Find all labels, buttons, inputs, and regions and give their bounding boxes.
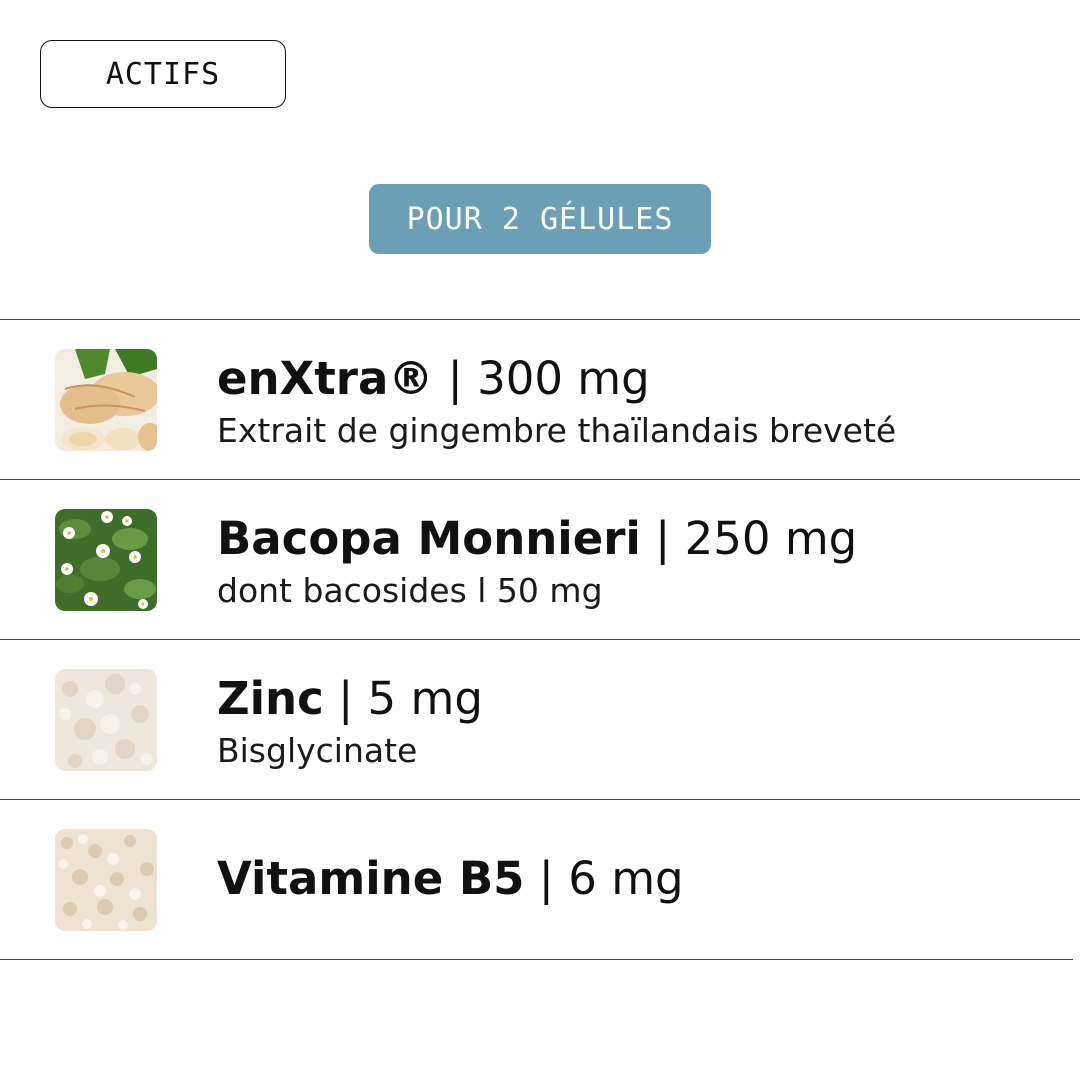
ingredient-dose: 300 mg	[477, 352, 650, 405]
bacopa-flowers-image	[55, 509, 157, 611]
zinc-powder-image	[55, 669, 157, 771]
ingredient-row: Bacopa Monnieri | 250 mg dont bacosides …	[0, 480, 1080, 639]
dose-basis-badge: POUR 2 GÉLULES	[369, 184, 711, 254]
ingredient-title: enXtra® | 300 mg	[217, 356, 896, 401]
ingredient-text: Zinc | 5 mg Bisglycinate	[217, 676, 483, 770]
actifs-tag: ACTIFS	[40, 40, 286, 108]
ingredient-separator: |	[433, 352, 478, 405]
divider	[0, 959, 1073, 960]
ingredient-text: Vitamine B5 | 6 mg	[217, 856, 684, 901]
ingredient-dose: 250 mg	[684, 512, 858, 565]
ingredient-separator: |	[524, 852, 569, 905]
vitamin-b5-powder-image	[55, 829, 157, 931]
ingredient-title: Vitamine B5 | 6 mg	[217, 856, 684, 901]
ingredient-description: Bisglycinate	[217, 731, 418, 770]
ingredient-text: enXtra® | 300 mg Extrait de gingembre th…	[217, 356, 896, 450]
ingredient-title: Bacopa Monnieri | 250 mg	[217, 516, 857, 561]
dose-basis-label: POUR 2 GÉLULES	[406, 201, 674, 237]
ingredient-row: enXtra® | 300 mg Extrait de gingembre th…	[0, 320, 1080, 479]
ingredient-name: Bacopa Monnieri	[217, 512, 641, 565]
ingredient-row: Zinc | 5 mg Bisglycinate	[0, 640, 1080, 799]
ingredient-dose: 6 mg	[568, 852, 684, 905]
ingredients-list: enXtra® | 300 mg Extrait de gingembre th…	[0, 319, 1080, 960]
ingredient-name: enXtra®	[217, 352, 434, 405]
ingredient-row: Vitamine B5 | 6 mg	[0, 800, 1080, 959]
ginger-root-image	[55, 349, 157, 451]
ingredient-description: dont bacosides l 50 mg	[217, 571, 603, 610]
ingredient-name: Vitamine B5	[217, 852, 525, 905]
ingredient-description: Extrait de gingembre thaïlandais breveté	[217, 411, 897, 450]
actifs-tag-label: ACTIFS	[105, 56, 221, 92]
ingredient-title: Zinc | 5 mg	[217, 676, 483, 721]
ingredient-dose: 5 mg	[367, 672, 483, 725]
ingredient-separator: |	[323, 672, 368, 725]
ingredient-text: Bacopa Monnieri | 250 mg dont bacosides …	[217, 516, 857, 610]
ingredient-separator: |	[640, 512, 685, 565]
ingredient-name: Zinc	[217, 672, 324, 725]
